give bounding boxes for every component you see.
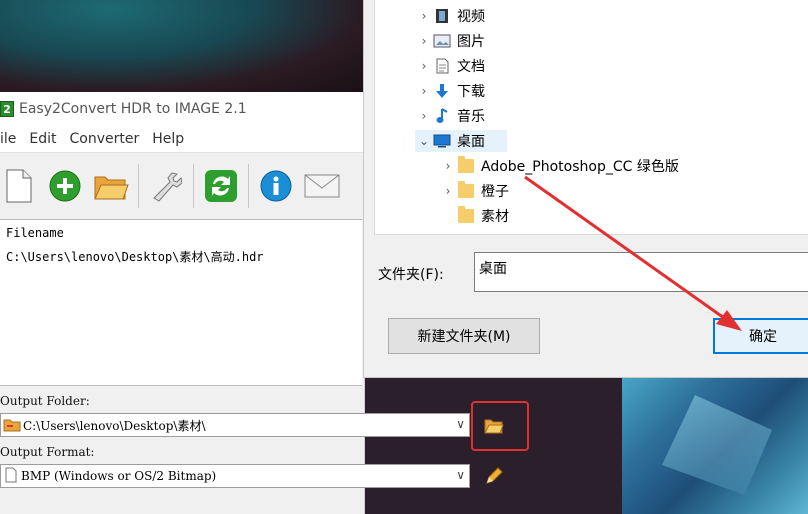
chevron-right-icon[interactable]: ›: [439, 159, 457, 173]
output-folder-value: C:\Users\lenovo\Desktop\素材\: [23, 418, 206, 433]
tree-item-desktop[interactable]: ⌄ 桌面: [415, 130, 507, 152]
download-icon: [433, 83, 451, 99]
chevron-right-icon[interactable]: ›: [415, 59, 433, 73]
chevron-down-icon[interactable]: ⌄: [415, 134, 433, 148]
new-file-icon[interactable]: [0, 167, 38, 205]
info-icon[interactable]: [257, 167, 295, 205]
folder-tree[interactable]: › 视频 › 图片 › 文档 › 下载 › 音乐 ⌄ 桌面 › Adobe_Ph…: [374, 0, 808, 235]
menu-edit[interactable]: Edit: [29, 131, 56, 147]
music-icon: [433, 108, 451, 124]
output-format-value: BMP (Windows or OS/2 Bitmap): [21, 469, 217, 483]
desktop-icon: [433, 133, 451, 149]
ok-button[interactable]: 确定: [713, 318, 808, 354]
new-folder-button[interactable]: 新建文件夹(M): [388, 318, 540, 354]
chevron-right-icon[interactable]: ›: [439, 184, 457, 198]
tree-item-label: 橙子: [481, 184, 509, 200]
toolbar: [0, 152, 364, 220]
tree-item-label: 音乐: [457, 109, 485, 125]
tree-item-label: Adobe_Photoshop_CC 绿色版: [481, 159, 679, 175]
output-format-combo[interactable]: BMP (Windows or OS/2 Bitmap) ∨: [0, 464, 470, 488]
tree-item-label: 下载: [457, 84, 485, 100]
chevron-right-icon[interactable]: ›: [415, 84, 433, 98]
window-title: Easy2Convert HDR to IMAGE 2.1: [19, 101, 247, 117]
settings-wrench-icon[interactable]: [147, 167, 185, 205]
folder-arrow-icon: [3, 416, 21, 435]
refresh-convert-icon[interactable]: [202, 167, 240, 205]
documents-icon: [433, 58, 451, 74]
folder-icon: [457, 156, 475, 174]
folder-field[interactable]: 桌面: [474, 252, 808, 292]
chevron-right-icon[interactable]: ›: [415, 9, 433, 23]
tree-item-label: 视频: [457, 9, 485, 25]
app-icon: 2: [0, 101, 14, 117]
tree-item-folder[interactable]: › 橙子: [439, 180, 509, 202]
output-folder-label: Output Folder:: [0, 394, 90, 408]
add-icon[interactable]: [46, 167, 84, 205]
output-folder-combo[interactable]: C:\Users\lenovo\Desktop\素材\ ∨: [0, 413, 470, 437]
output-format-label: Output Format:: [0, 445, 95, 459]
chevron-down-icon[interactable]: ∨: [456, 468, 465, 482]
file-list-header: Filename: [6, 226, 64, 240]
chevron-right-icon[interactable]: ›: [415, 34, 433, 48]
toolbar-separator: [248, 164, 249, 208]
tree-item-label: 桌面: [457, 134, 485, 150]
tree-item-documents[interactable]: › 文档: [415, 55, 485, 77]
background-photo-top: [0, 0, 365, 92]
chevron-right-icon[interactable]: ›: [415, 109, 433, 123]
easy2convert-window: 2 Easy2Convert HDR to IMAGE 2.1 ile Edit…: [0, 92, 470, 514]
email-icon[interactable]: [303, 167, 341, 205]
menu-converter[interactable]: Converter: [70, 131, 140, 147]
edit-format-button[interactable]: [484, 466, 504, 490]
tree-item-label: 图片: [457, 34, 485, 50]
tree-item-pictures[interactable]: › 图片: [415, 30, 485, 52]
background-photo-bottom-right: [622, 375, 808, 514]
browse-folder-dialog: › 视频 › 图片 › 文档 › 下载 › 音乐 ⌄ 桌面 › Adobe_Ph…: [363, 0, 808, 378]
folder-icon: [457, 181, 475, 199]
tree-item-music[interactable]: › 音乐: [415, 105, 485, 127]
video-icon: [433, 8, 451, 24]
tree-item-video[interactable]: › 视频: [415, 5, 485, 27]
tree-item-folder[interactable]: 素材: [439, 205, 509, 227]
chevron-down-icon[interactable]: ∨: [456, 417, 465, 431]
tree-item-label: 素材: [481, 209, 509, 225]
file-icon: [5, 467, 17, 486]
tree-item-label: 文档: [457, 59, 485, 75]
file-list[interactable]: Filename C:\Users\lenovo\Desktop\素材\高动.h…: [0, 219, 362, 386]
menu-file[interactable]: ile: [0, 131, 16, 147]
file-list-row[interactable]: C:\Users\lenovo\Desktop\素材\高动.hdr: [0, 240, 362, 265]
tree-item-downloads[interactable]: › 下载: [415, 80, 485, 102]
open-folder-icon[interactable]: [92, 167, 130, 205]
folder-icon: [457, 206, 475, 224]
menu-help[interactable]: Help: [152, 131, 184, 147]
pictures-icon: [433, 33, 451, 49]
folder-field-label: 文件夹(F):: [378, 267, 444, 283]
menu-bar: ile Edit Converter Help: [0, 126, 364, 152]
toolbar-separator: [138, 164, 139, 208]
highlight-box: [471, 401, 529, 451]
toolbar-separator: [193, 164, 194, 208]
pencil-icon: [486, 467, 503, 484]
tree-item-folder[interactable]: › Adobe_Photoshop_CC 绿色版: [439, 155, 679, 177]
title-bar: 2 Easy2Convert HDR to IMAGE 2.1: [0, 92, 364, 126]
